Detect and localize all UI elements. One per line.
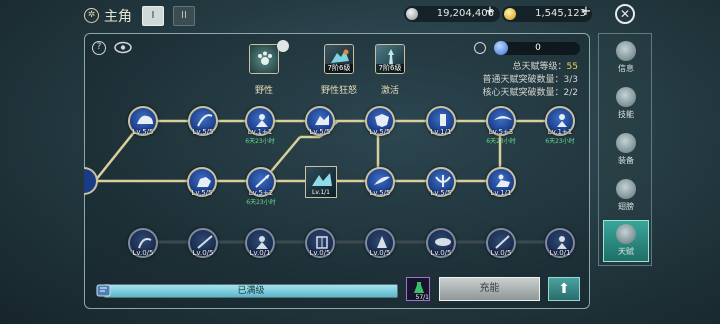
talent-timer: 6天23小时 <box>245 138 275 145</box>
talent-level: Lv.5/5 <box>309 128 331 136</box>
horse-icon <box>197 177 211 187</box>
sidebar-item-label: 天赋 <box>618 247 634 256</box>
crossbow-icon <box>435 175 451 187</box>
sidebar-item-info[interactable]: 信息 <box>603 38 649 80</box>
progress-label: 已满级 <box>237 286 265 296</box>
shield-icon <box>375 114 389 127</box>
talent-level: Lv.5+3 <box>488 128 514 136</box>
talent-level: Lv.1+1 <box>247 128 273 136</box>
material-item[interactable]: 57/1 <box>406 277 430 301</box>
cage-icon <box>316 236 328 249</box>
talent-level: Lv.1+1 <box>547 128 573 136</box>
sidebar-item-talent[interactable]: 天赋 <box>603 220 649 262</box>
talent-level: Lv.1/1 <box>490 189 512 197</box>
arrow-icon <box>255 174 270 188</box>
talent-level: Lv.0/1 <box>549 249 571 257</box>
talent-level: Lv.0/5 <box>430 249 452 257</box>
sidebar-item-label: 信息 <box>618 64 634 73</box>
talent-level: Lv.5/5 <box>132 128 154 136</box>
core-talent-node[interactable]: Lv.1/1 <box>305 166 337 198</box>
mage-icon <box>377 236 387 248</box>
talent-level: Lv.5/5 <box>369 128 391 136</box>
sidebar-item-label: 翅膀 <box>618 202 634 211</box>
sidebar-item-wing[interactable]: 翅膀 <box>603 176 649 218</box>
talent-level: Lv.0/5 <box>490 249 512 257</box>
info-icon <box>616 41 636 61</box>
sidebar-item-equip[interactable]: 装备 <box>603 130 649 172</box>
charge-button[interactable]: 充能 <box>439 277 540 301</box>
archer-icon <box>256 236 268 249</box>
upgrade-button[interactable]: ⬆ <box>548 277 580 301</box>
skill-icon <box>616 87 636 107</box>
leaf-icon <box>435 238 451 246</box>
rider-icon <box>496 174 510 187</box>
talent-level: Lv.0/5 <box>192 249 214 257</box>
talent-level: Lv.0/5 <box>369 249 391 257</box>
sidebar-item-label: 装备 <box>618 156 634 165</box>
hunter-icon <box>557 236 567 249</box>
item-count: 57/1 <box>415 294 429 301</box>
wing-icon <box>374 176 390 185</box>
talent-level: Lv.5/5 <box>192 128 214 136</box>
talent-level: Lv.5/5 <box>369 189 391 197</box>
talent-timer: 6天23小时 <box>246 199 276 206</box>
sidebar-item-skill[interactable]: 技能 <box>603 84 649 126</box>
talent-level: Lv.5/5 <box>191 189 213 197</box>
talent-level: Lv.5/5 <box>430 189 452 197</box>
hunter-icon <box>557 114 567 127</box>
talent-progress-bar: 已满级 <box>104 284 398 298</box>
talent-book-icon <box>96 284 111 297</box>
bow-icon <box>197 114 213 127</box>
beast-icon <box>137 115 153 124</box>
sidebar-item-label: 技能 <box>618 110 634 119</box>
statue-icon <box>440 114 446 126</box>
sidebar: 信息 技能 装备 翅膀 天赋 <box>598 33 652 266</box>
claw-icon <box>138 238 152 249</box>
talent-timer: 6天23小时 <box>486 138 516 145</box>
spear-icon <box>197 235 213 249</box>
archer-icon <box>256 114 268 127</box>
core-talent-level: Lv.1/1 <box>312 189 330 196</box>
wolf-icon <box>315 115 329 125</box>
talent-icon <box>616 224 636 244</box>
wing-icon <box>616 179 636 199</box>
core-beast-icon <box>312 173 332 186</box>
equip-icon <box>616 133 636 153</box>
talent-timer: 6天23小时 <box>545 138 575 145</box>
talent-level: Lv.1/1 <box>430 128 452 136</box>
talent-level: Lv.0/1 <box>249 249 271 257</box>
talent-level: Lv.0/5 <box>132 249 154 257</box>
talent-level: Lv.5+2 <box>248 189 274 197</box>
eagle-icon <box>494 116 512 120</box>
talent-level: Lv.0/5 <box>309 249 331 257</box>
potion-icon <box>414 282 424 293</box>
arrow-icon <box>495 235 510 249</box>
